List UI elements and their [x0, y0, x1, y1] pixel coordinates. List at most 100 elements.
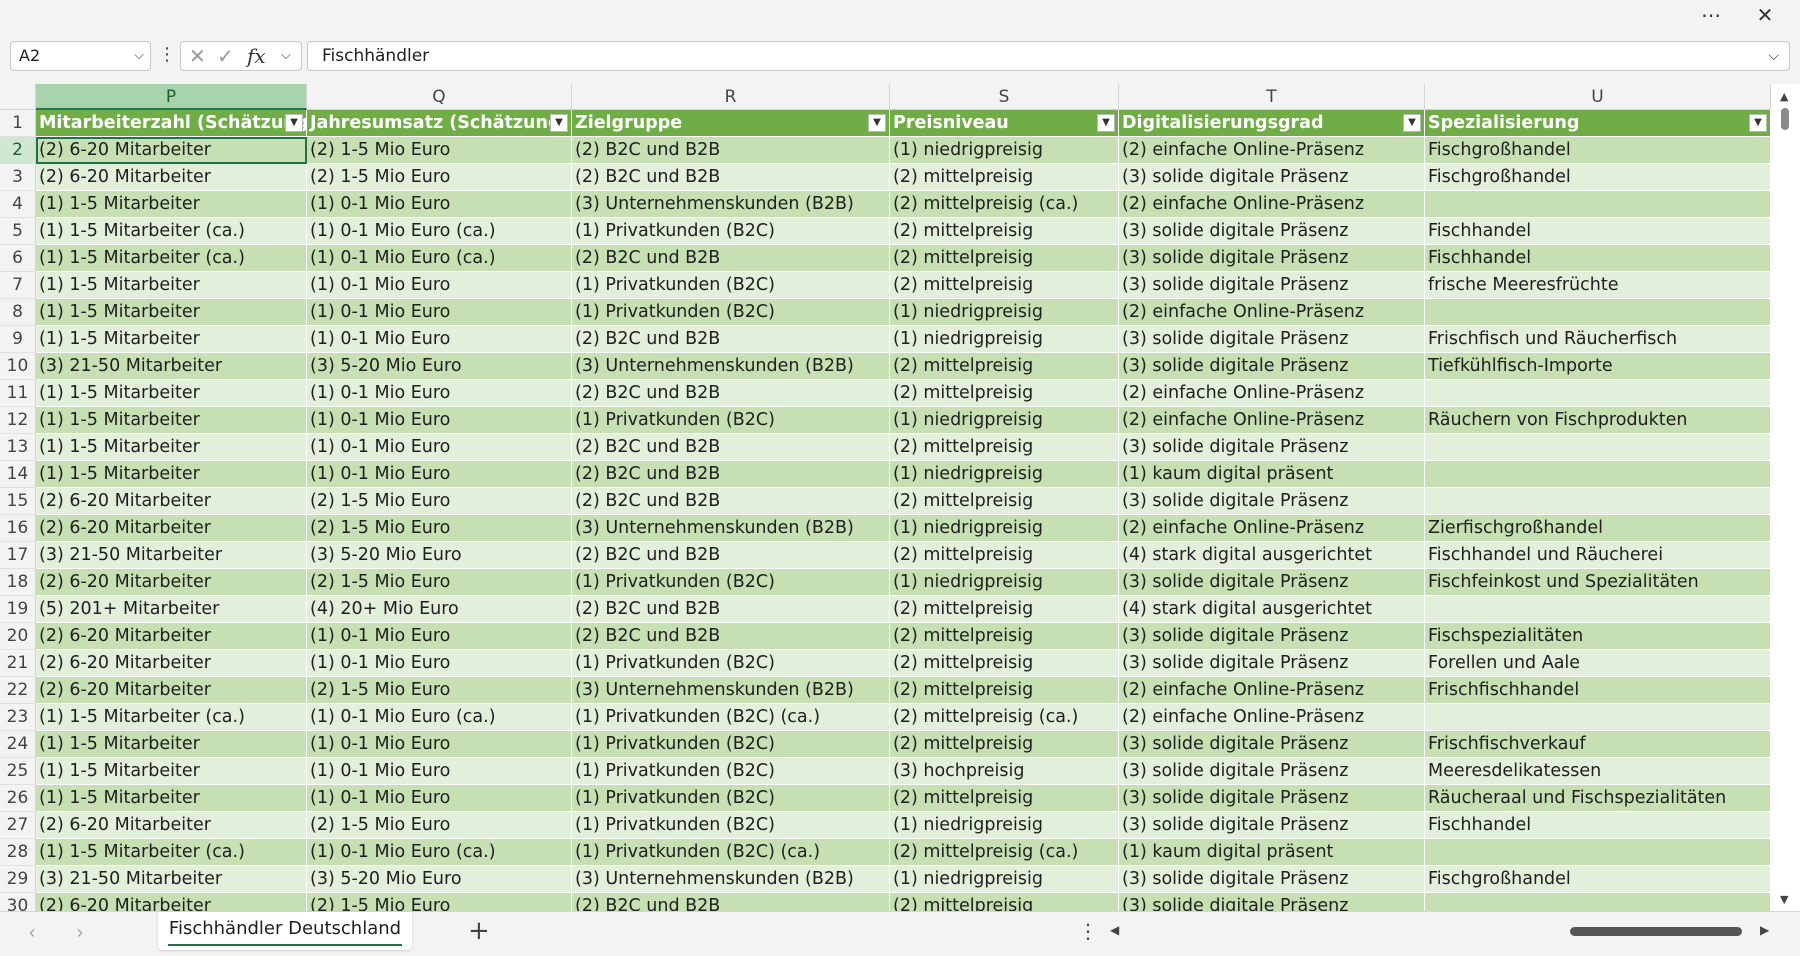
cell-t[interactable]: (2) einfache Online-Präsenz [1119, 380, 1425, 407]
more-sheets-icon[interactable]: ⋮ [1078, 919, 1098, 943]
cell-s[interactable]: (1) niedrigpreisig [890, 407, 1119, 434]
row-header[interactable]: 23 [0, 704, 36, 731]
row-header[interactable]: 6 [0, 245, 36, 272]
cell-r[interactable]: (1) Privatkunden (B2C) [572, 299, 890, 326]
cell-u[interactable]: Fischhandel [1425, 812, 1771, 839]
cell-q[interactable]: (1) 0-1 Mio Euro [307, 623, 572, 650]
column-header-p[interactable]: P [36, 84, 307, 110]
cell-p[interactable]: (1) 1-5 Mitarbeiter [36, 731, 307, 758]
cell-p[interactable]: (2) 6-20 Mitarbeiter [36, 164, 307, 191]
cell-s[interactable]: (2) mittelpreisig [890, 677, 1119, 704]
cell-s[interactable]: (2) mittelpreisig [890, 245, 1119, 272]
cell-u[interactable]: Frischfischhandel [1425, 677, 1771, 704]
cell-q[interactable]: (2) 1-5 Mio Euro [307, 812, 572, 839]
cell-t[interactable]: (2) einfache Online-Präsenz [1119, 299, 1425, 326]
header-cell-zielgruppe[interactable]: Zielgruppe ▼ [572, 110, 890, 137]
cell-p[interactable]: (1) 1-5 Mitarbeiter (ca.) [36, 245, 307, 272]
cell-r[interactable]: (1) Privatkunden (B2C) [572, 731, 890, 758]
cell-u[interactable] [1425, 839, 1771, 866]
formula-input[interactable]: Fischhändler ⌵ [307, 41, 1790, 71]
cell-p[interactable]: (1) 1-5 Mitarbeiter [36, 461, 307, 488]
column-header-r[interactable]: R [572, 84, 890, 110]
cell-p[interactable]: (1) 1-5 Mitarbeiter [36, 407, 307, 434]
cell-r[interactable]: (1) Privatkunden (B2C) [572, 569, 890, 596]
cell-s[interactable]: (2) mittelpreisig [890, 380, 1119, 407]
row-header[interactable]: 2 [0, 137, 36, 164]
row-header[interactable]: 24 [0, 731, 36, 758]
cell-r[interactable]: (2) B2C und B2B [572, 623, 890, 650]
cell-s[interactable]: (1) niedrigpreisig [890, 569, 1119, 596]
cell-t[interactable]: (3) solide digitale Präsenz [1119, 569, 1425, 596]
cell-t[interactable]: (1) kaum digital präsent [1119, 839, 1425, 866]
filter-dropdown-icon[interactable]: ▼ [1749, 114, 1767, 132]
cell-r[interactable]: (2) B2C und B2B [572, 164, 890, 191]
cell-u[interactable]: Fischhandel [1425, 245, 1771, 272]
cell-s[interactable]: (2) mittelpreisig [890, 596, 1119, 623]
cell-t[interactable]: (3) solide digitale Präsenz [1119, 731, 1425, 758]
cell-u[interactable] [1425, 596, 1771, 623]
cell-u[interactable]: Fischfeinkost und Spezialitäten [1425, 569, 1771, 596]
cell-s[interactable]: (2) mittelpreisig (ca.) [890, 704, 1119, 731]
row-header[interactable]: 28 [0, 839, 36, 866]
cell-s[interactable]: (2) mittelpreisig [890, 893, 1119, 911]
cell-t[interactable]: (3) solide digitale Präsenz [1119, 758, 1425, 785]
cell-q[interactable]: (4) 20+ Mio Euro [307, 596, 572, 623]
cell-q[interactable]: (1) 0-1 Mio Euro [307, 299, 572, 326]
cell-r[interactable]: (2) B2C und B2B [572, 245, 890, 272]
cell-r[interactable]: (1) Privatkunden (B2C) [572, 650, 890, 677]
cell-t[interactable]: (3) solide digitale Präsenz [1119, 623, 1425, 650]
cell-q[interactable]: (1) 0-1 Mio Euro [307, 272, 572, 299]
cell-u[interactable]: Forellen und Aale [1425, 650, 1771, 677]
cell-t[interactable]: (3) solide digitale Präsenz [1119, 218, 1425, 245]
cell-r[interactable]: (1) Privatkunden (B2C) [572, 407, 890, 434]
cell-s[interactable]: (2) mittelpreisig [890, 542, 1119, 569]
cell-p[interactable]: (2) 6-20 Mitarbeiter [36, 893, 307, 911]
horizontal-scrollbar[interactable]: ◀ ▶ [1110, 923, 1782, 939]
cell-s[interactable]: (1) niedrigpreisig [890, 299, 1119, 326]
cell-t[interactable]: (1) kaum digital präsent [1119, 461, 1425, 488]
close-button[interactable]: ✕ [1742, 0, 1788, 29]
cell-r[interactable]: (2) B2C und B2B [572, 893, 890, 911]
cell-u[interactable] [1425, 704, 1771, 731]
formula-bar-options-icon[interactable]: ⋮ [158, 41, 176, 71]
cell-s[interactable]: (2) mittelpreisig [890, 434, 1119, 461]
scroll-up-icon[interactable]: ▲ [1780, 90, 1788, 103]
scroll-thumb[interactable] [1570, 927, 1742, 936]
cell-p[interactable]: (1) 1-5 Mitarbeiter [36, 299, 307, 326]
cell-t[interactable]: (3) solide digitale Präsenz [1119, 488, 1425, 515]
filter-dropdown-icon[interactable]: ▼ [868, 114, 886, 132]
expand-formula-icon[interactable]: ⌵ [1768, 42, 1779, 70]
cell-t[interactable]: (3) solide digitale Präsenz [1119, 434, 1425, 461]
vertical-scrollbar[interactable]: ▲ ▼ [1771, 84, 1800, 911]
cell-s[interactable]: (2) mittelpreisig [890, 488, 1119, 515]
cell-p[interactable]: (3) 21-50 Mitarbeiter [36, 866, 307, 893]
cell-r[interactable]: (3) Unternehmenskunden (B2B) [572, 515, 890, 542]
header-cell-spezialisierung[interactable]: Spezialisierung ▼ [1425, 110, 1771, 137]
cell-t[interactable]: (2) einfache Online-Präsenz [1119, 407, 1425, 434]
row-header[interactable]: 22 [0, 677, 36, 704]
cell-s[interactable]: (2) mittelpreisig [890, 731, 1119, 758]
more-options-button[interactable]: ⋯ [1688, 0, 1734, 29]
cell-p[interactable]: (2) 6-20 Mitarbeiter [36, 623, 307, 650]
filter-dropdown-icon[interactable]: ▼ [1097, 114, 1115, 132]
cell-p[interactable]: (2) 6-20 Mitarbeiter [36, 569, 307, 596]
scroll-down-icon[interactable]: ▼ [1780, 893, 1788, 906]
cell-r[interactable]: (3) Unternehmenskunden (B2B) [572, 191, 890, 218]
cell-q[interactable]: (3) 5-20 Mio Euro [307, 542, 572, 569]
row-header[interactable]: 17 [0, 542, 36, 569]
cell-q[interactable]: (2) 1-5 Mio Euro [307, 488, 572, 515]
filter-dropdown-icon[interactable]: ▼ [285, 114, 303, 132]
row-header[interactable]: 29 [0, 866, 36, 893]
cell-q[interactable]: (1) 0-1 Mio Euro [307, 731, 572, 758]
cell-q[interactable]: (1) 0-1 Mio Euro (ca.) [307, 245, 572, 272]
row-header[interactable]: 7 [0, 272, 36, 299]
cell-u[interactable] [1425, 893, 1771, 911]
cell-r[interactable]: (2) B2C und B2B [572, 461, 890, 488]
row-header[interactable]: 5 [0, 218, 36, 245]
row-header[interactable]: 14 [0, 461, 36, 488]
header-cell-digitalisierungsgrad[interactable]: Digitalisierungsgrad ▼ [1119, 110, 1425, 137]
cell-q[interactable]: (1) 0-1 Mio Euro [307, 434, 572, 461]
cell-q[interactable]: (1) 0-1 Mio Euro (ca.) [307, 839, 572, 866]
cell-s[interactable]: (1) niedrigpreisig [890, 866, 1119, 893]
cell-p[interactable]: (5) 201+ Mitarbeiter [36, 596, 307, 623]
